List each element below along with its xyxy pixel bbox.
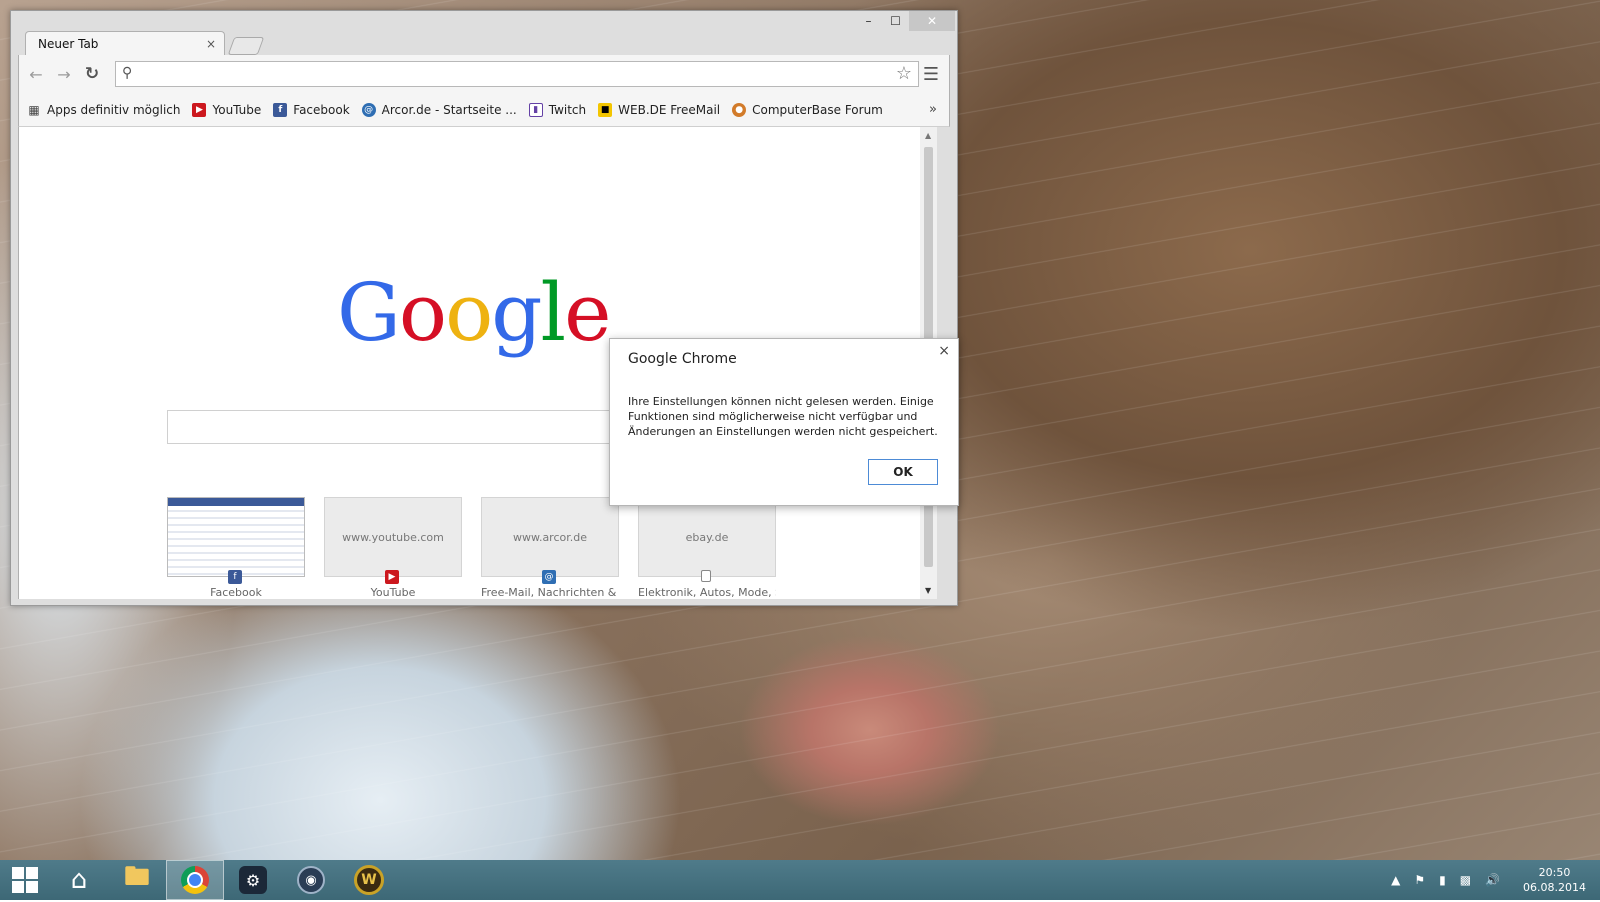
apps-grid-icon: ▦ — [28, 102, 40, 117]
twitch-icon: ▮ — [528, 102, 543, 117]
battery-icon[interactable]: ▮ — [1439, 873, 1446, 887]
omnibox[interactable]: ⚲ ☆ — [115, 61, 919, 87]
tab-close-icon[interactable]: × — [206, 37, 216, 51]
window-controls: – ☐ ✕ — [855, 11, 955, 31]
logo-letter: l — [540, 266, 566, 359]
bookmark-facebook[interactable]: f Facebook — [273, 102, 350, 117]
home-icon: ⌂ — [70, 865, 88, 895]
taskbar-wow[interactable]: W — [340, 860, 398, 900]
logo-letter: o — [445, 266, 493, 359]
scroll-up-icon[interactable]: ▲ — [925, 131, 931, 140]
steam-icon: ⚙ — [239, 866, 267, 894]
reload-icon[interactable]: ↻ — [81, 64, 103, 84]
arcor-icon: @ — [542, 570, 556, 584]
tile-thumbnail: ebay.de — [638, 497, 776, 577]
world-of-warcraft-icon: W — [354, 865, 384, 895]
volume-icon[interactable]: 🔊 — [1485, 873, 1500, 887]
logo-letter: e — [564, 266, 611, 359]
bookmark-youtube[interactable]: ▶ YouTube — [192, 102, 262, 117]
taskbar-steam[interactable]: ⚙ — [224, 860, 282, 900]
bookmark-webde[interactable]: ■ WEB.DE FreeMail — [598, 102, 721, 117]
folder-icon: 🖿 — [123, 862, 150, 892]
bookmark-computerbase[interactable]: ● ComputerBase Forum — [732, 102, 883, 117]
youtube-icon: ▶ — [192, 102, 207, 117]
error-dialog: Google Chrome × Ihre Einstellungen könne… — [609, 338, 959, 506]
minimize-button[interactable]: – — [855, 11, 882, 31]
computerbase-icon: ● — [732, 102, 747, 117]
google-logo: Google — [337, 266, 611, 359]
bookmarks-overflow-icon[interactable]: » — [929, 102, 937, 117]
teamspeak-icon: ◉ — [297, 866, 325, 894]
search-icon: ⚲ — [122, 65, 133, 81]
tile-label: Elektronik, Autos, Mode, S... — [638, 586, 776, 599]
bookmark-label: Twitch — [548, 102, 587, 117]
arcor-icon: @ — [361, 102, 376, 117]
new-tab-button[interactable] — [227, 37, 265, 55]
signal-icon[interactable]: ▩ — [1460, 873, 1471, 887]
windows-logo-icon — [12, 867, 38, 893]
clock-date: 06.08.2014 — [1523, 881, 1586, 894]
tile-thumbnail: www.arcor.de — [481, 497, 619, 577]
most-visited-tiles: f Facebook www.youtube.com ▶ YouTube www… — [167, 497, 795, 599]
taskbar-explorer[interactable]: 🖿 — [108, 860, 166, 900]
tile-label: Free-Mail, Nachrichten & U... — [481, 586, 619, 599]
chevron-up-icon[interactable]: ▲ — [1391, 873, 1400, 887]
bookmark-apps[interactable]: ▦ Apps definitiv möglich — [27, 103, 180, 117]
bookmark-arcor[interactable]: @ Arcor.de - Startseite ... — [361, 102, 517, 117]
taskbar: ⌂ 🖿 ⚙ ◉ W ▲ ⚑ ▮ ▩ 🔊 20:50 06.08.2014 — [0, 860, 1600, 900]
tile-thumbnail — [167, 497, 305, 577]
youtube-icon: ▶ — [385, 570, 399, 584]
address-bar-input[interactable] — [140, 64, 884, 86]
tile-ebay[interactable]: ebay.de Elektronik, Autos, Mode, S... — [638, 497, 776, 599]
logo-letter: G — [337, 266, 401, 359]
tile-label: Facebook — [210, 586, 262, 599]
facebook-icon: f — [228, 570, 242, 584]
bookmark-label: Arcor.de - Startseite ... — [381, 102, 517, 117]
clock[interactable]: 20:50 06.08.2014 — [1523, 865, 1586, 895]
tile-label: YouTube — [370, 586, 416, 599]
forward-arrow-icon[interactable]: → — [53, 64, 75, 84]
back-arrow-icon[interactable]: ← — [25, 64, 47, 84]
bookmark-label: YouTube — [212, 102, 262, 117]
ok-button[interactable]: OK — [868, 459, 938, 485]
clock-time: 20:50 — [1538, 866, 1571, 879]
maximize-button[interactable]: ☐ — [882, 11, 909, 31]
browser-toolbar: ← → ↻ ⚲ ☆ ☰ — [18, 55, 950, 93]
system-tray: ▲ ⚑ ▮ ▩ 🔊 20:50 06.08.2014 — [1384, 860, 1600, 900]
tile-facebook[interactable]: f Facebook — [167, 497, 305, 599]
facebook-icon: f — [273, 102, 288, 117]
tile-youtube[interactable]: www.youtube.com ▶ YouTube — [324, 497, 462, 599]
bookmark-twitch[interactable]: ▮ Twitch — [528, 102, 587, 117]
webde-icon: ■ — [598, 102, 613, 117]
tab-new-tab[interactable]: Neuer Tab × — [25, 31, 225, 55]
start-button[interactable] — [0, 860, 50, 900]
bookmark-label: Apps definitiv möglich — [47, 102, 181, 117]
dialog-title: Google Chrome — [628, 351, 737, 367]
close-window-button[interactable]: ✕ — [909, 11, 955, 31]
logo-letter: g — [491, 266, 542, 359]
chrome-window: – ☐ ✕ Neuer Tab × ← → ↻ ⚲ ☆ ☰ ▦ Apps def… — [10, 10, 958, 606]
scroll-down-icon[interactable]: ▼ — [925, 586, 931, 595]
bookmark-star-icon[interactable]: ☆ — [896, 63, 912, 84]
bookmarks-bar: ▦ Apps definitiv möglich ▶ YouTube f Fac… — [18, 93, 950, 127]
tile-arcor[interactable]: www.arcor.de @ Free-Mail, Nachrichten & … — [481, 497, 619, 599]
bookmark-label: WEB.DE FreeMail — [618, 102, 721, 117]
dialog-close-icon[interactable]: × — [938, 343, 950, 359]
logo-letter: o — [398, 266, 447, 359]
tile-thumbnail: www.youtube.com — [324, 497, 462, 577]
taskbar-home[interactable]: ⌂ — [50, 860, 108, 900]
taskbar-teamspeak[interactable]: ◉ — [282, 860, 340, 900]
taskbar-chrome[interactable] — [166, 860, 224, 900]
hamburger-menu-icon[interactable]: ☰ — [923, 64, 939, 85]
tab-title: Neuer Tab — [38, 36, 99, 51]
flag-icon[interactable]: ⚑ — [1414, 873, 1425, 887]
dialog-message: Ihre Einstellungen können nicht gelesen … — [628, 395, 938, 438]
bookmark-label: ComputerBase Forum — [752, 102, 883, 117]
bookmark-label: Facebook — [293, 102, 350, 117]
page-icon — [701, 570, 711, 582]
chrome-icon — [181, 866, 209, 894]
